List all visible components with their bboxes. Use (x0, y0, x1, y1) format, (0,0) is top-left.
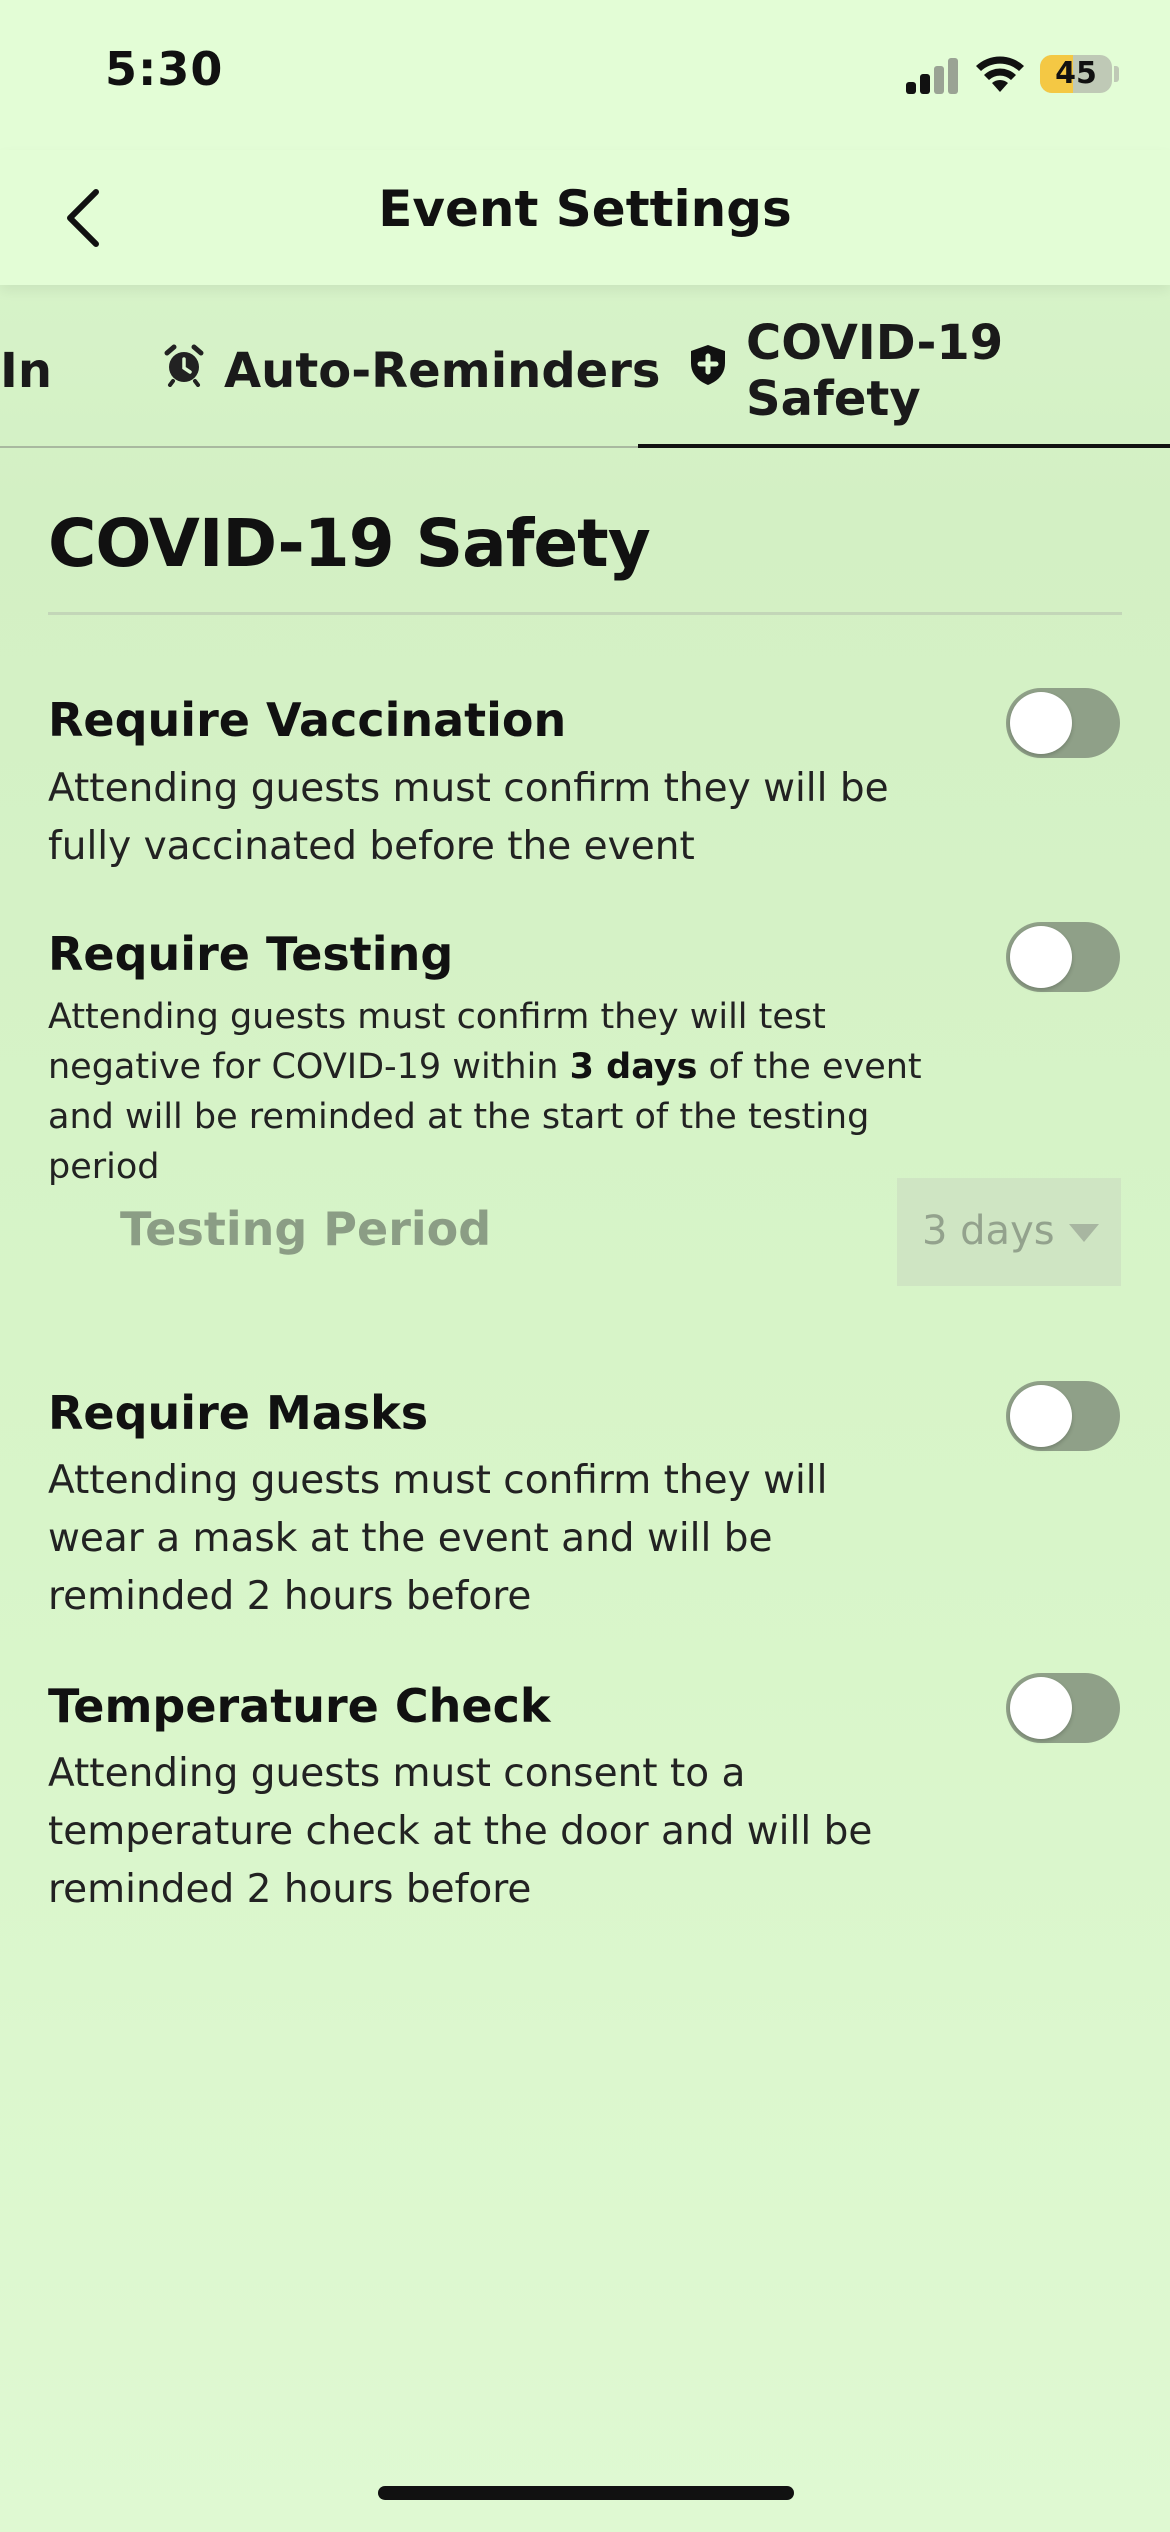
cellular-signal-icon (906, 56, 958, 94)
home-indicator[interactable] (378, 2486, 794, 2500)
toggle-knob (1010, 1385, 1072, 1447)
tab-label: In (0, 343, 53, 399)
testing-days-highlight: 3 days (569, 1047, 698, 1087)
testing-toggle[interactable] (1006, 922, 1120, 992)
temperature-title: Temperature Check (48, 1679, 551, 1733)
divider (48, 612, 1122, 615)
toggle-knob (1010, 926, 1072, 988)
tab-auto-reminders[interactable]: Auto-Reminders (162, 336, 660, 406)
temperature-description: Attending guests must consent to a tempe… (48, 1751, 873, 1912)
wifi-icon (974, 52, 1026, 94)
active-tab-indicator (638, 444, 1170, 448)
alarm-clock-icon (162, 343, 206, 399)
status-time: 5:30 (105, 42, 224, 96)
shield-icon (688, 343, 728, 399)
tab-label: COVID-19 Safety (746, 315, 1004, 427)
page-title: Event Settings (378, 180, 792, 238)
temperature-toggle[interactable] (1006, 1673, 1120, 1743)
testing-title: Require Testing (48, 927, 454, 981)
testing-period-label: Testing Period (120, 1202, 492, 1256)
battery-tip (1114, 66, 1119, 82)
masks-title: Require Masks (48, 1386, 429, 1440)
testing-period-value: 3 days (922, 1208, 1055, 1254)
masks-toggle[interactable] (1006, 1381, 1120, 1451)
battery-level: 45 (1055, 56, 1097, 91)
vaccination-toggle[interactable] (1006, 688, 1120, 758)
tab-label: Auto-Reminders (224, 343, 661, 399)
toggle-knob (1010, 1677, 1072, 1739)
navigation-bar: Event Settings (0, 150, 1170, 285)
tab-covid-safety[interactable]: COVID-19 Safety (688, 315, 1170, 427)
vaccination-description: Attending guests must confirm they will … (48, 766, 889, 869)
vaccination-title: Require Vaccination (48, 693, 567, 747)
dropdown-caret-icon (1069, 1224, 1099, 1242)
status-bar: 5:30 45 (0, 0, 1170, 150)
testing-description: Attending guests must confirm they will … (48, 997, 922, 1187)
testing-period-select[interactable]: 3 days (897, 1178, 1121, 1286)
masks-description: Attending guests must confirm they will … (48, 1458, 828, 1619)
battery-icon: 45 (1040, 55, 1112, 93)
section-title: COVID-19 Safety (48, 505, 651, 582)
tab-partial-in[interactable]: In (0, 336, 52, 406)
toggle-knob (1010, 692, 1072, 754)
tab-bar: In Auto-Reminders COVID-19 Safety (0, 300, 1170, 448)
